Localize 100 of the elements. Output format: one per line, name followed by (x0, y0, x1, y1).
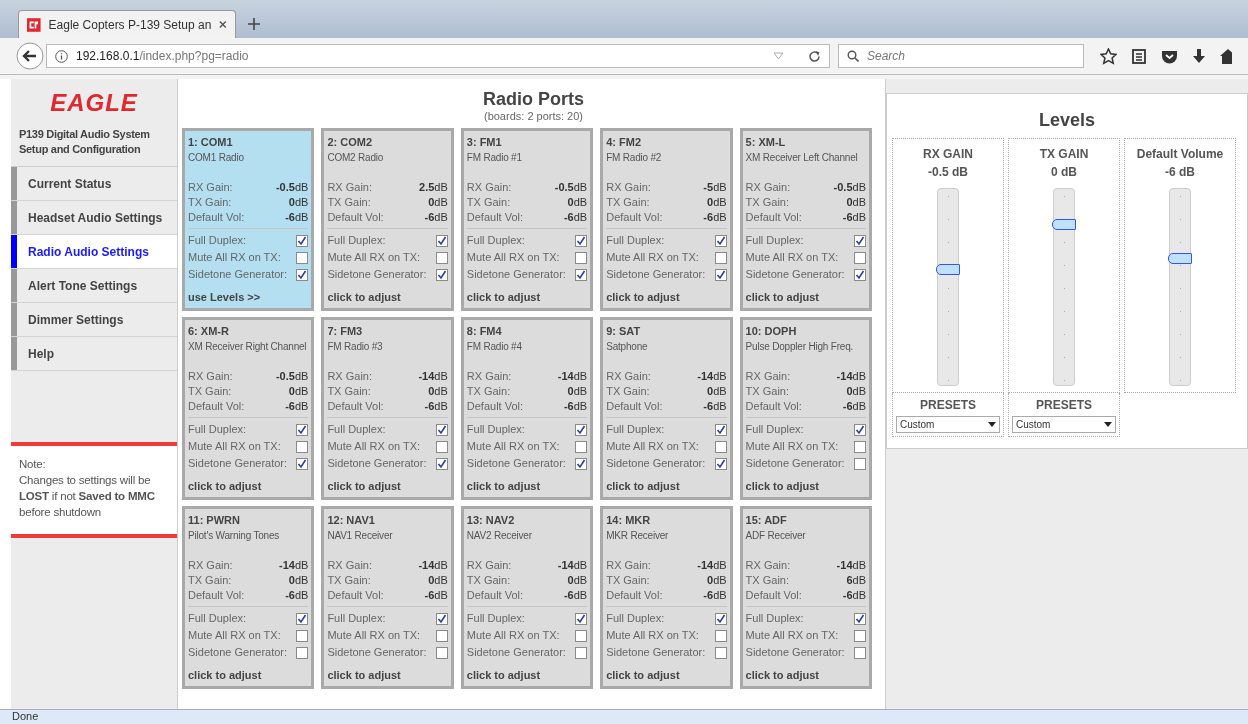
checkbox[interactable] (575, 251, 588, 264)
checkbox[interactable] (296, 268, 309, 281)
checkbox[interactable] (296, 440, 309, 453)
checkbox[interactable] (854, 423, 866, 436)
adjust-link[interactable]: click to adjust (327, 479, 401, 494)
home-icon[interactable] (1220, 48, 1232, 64)
new-tab-icon[interactable] (248, 18, 260, 30)
search-field[interactable]: Search (838, 44, 1084, 68)
checkbox[interactable] (714, 251, 727, 264)
browser-tab[interactable]: Eagle Copters P-139 Setup an (18, 10, 236, 38)
checkbox[interactable] (854, 646, 866, 659)
checkbox[interactable] (575, 268, 588, 281)
checkbox[interactable] (854, 629, 866, 642)
checkbox[interactable] (435, 251, 448, 264)
checkbox[interactable] (435, 629, 448, 642)
checkbox[interactable] (714, 629, 727, 642)
port-card[interactable]: 8: FM4 FM Radio #4 RX Gain: -14dB TX Gain: 0dB Default Vol: -6dB Full Duplex: Mute All RX on TX: Sidetone Generator: click to adjust (460, 317, 594, 500)
checkbox[interactable] (435, 440, 448, 453)
adjust-link[interactable]: click to adjust (188, 668, 262, 683)
checkbox[interactable] (435, 612, 448, 625)
checkbox[interactable] (296, 457, 309, 470)
checkbox[interactable] (435, 457, 448, 470)
adjust-link[interactable]: click to adjust (466, 479, 541, 494)
preset-dropdown[interactable]: Custom (1012, 416, 1116, 433)
checkbox[interactable] (854, 234, 866, 247)
adjust-link[interactable]: click to adjust (327, 290, 401, 305)
port-card[interactable]: 4: FM2 FM Radio #2 RX Gain: -5dB TX Gain: 0dB Default Vol: -6dB Full Duplex: Mute All RX on TX: Sidetone Generator: click to adjust (600, 128, 733, 311)
checkbox[interactable] (575, 234, 588, 247)
checkbox[interactable] (854, 612, 866, 625)
checkbox[interactable] (575, 423, 588, 436)
slider-track[interactable] (937, 188, 959, 386)
port-card[interactable]: 10: DOPH Pulse Doppler High Freq. RX Gain: -14dB TX Gain: 0dB Default Vol: -6dB Full Duplex: Mute All RX on TX: Sidetone Generator: click to adjust (739, 317, 872, 500)
adjust-link[interactable]: click to adjust (745, 668, 819, 683)
adjust-link[interactable]: use Levels >> (188, 290, 261, 305)
port-card[interactable]: 2: COM2 COM2 Radio RX Gain: 2.5dB TX Gain: 0dB Default Vol: -6dB Full Duplex: Mute All RX on TX: Sidetone Generator: click to adjust (321, 128, 454, 311)
checkbox[interactable] (714, 457, 727, 470)
checkbox[interactable] (714, 268, 727, 281)
port-card[interactable]: 6: XM-R XM Receiver Right Channel RX Gain: -0.5dB TX Gain: 0dB Default Vol: -6dB Full Duplex: Mute All RX on TX: Sidetone Generator: click to adjust (182, 317, 315, 500)
address-field[interactable]: 192.168.0.1/index.php?pg=radio (46, 44, 830, 68)
port-card[interactable]: 5: XM-L XM Receiver Left Channel RX Gain: -0.5dB TX Gain: 0dB Default Vol: -6dB Full Duplex: Mute All RX on TX: Sidetone Generator: click to adjust (739, 128, 872, 311)
nav-item[interactable]: Radio Audio Settings (11, 235, 177, 269)
checkbox[interactable] (296, 646, 309, 659)
port-card[interactable]: 1: COM1 COM1 Radio RX Gain: -0.5dB TX Gain: 0dB Default Vol: -6dB Full Duplex: Mute All RX on TX: Sidetone Generator: use Levels >> (182, 128, 315, 311)
download-icon[interactable] (1192, 48, 1206, 64)
checkbox[interactable] (714, 440, 727, 453)
checkbox-label: Mute All RX on TX: (188, 628, 281, 643)
port-card[interactable]: 13: NAV2 NAV2 Receiver RX Gain: -14dB TX Gain: 0dB Default Vol: -6dB Full Duplex: Mute All RX on TX: Sidetone Generator: click to adjust (460, 506, 594, 689)
close-icon[interactable] (219, 20, 227, 29)
port-card[interactable]: 11: PWRN Pilot's Warning Tones RX Gain: -14dB TX Gain: 0dB Default Vol: -6dB Full Duplex: Mute All RX on TX: Sidetone Generator: click to adjust (182, 506, 315, 689)
checkbox[interactable] (854, 457, 866, 470)
checkbox[interactable] (714, 423, 727, 436)
adjust-link[interactable]: click to adjust (466, 668, 541, 683)
slider-track[interactable] (1169, 188, 1191, 386)
slider-track[interactable] (1053, 188, 1075, 386)
checkbox[interactable] (714, 612, 727, 625)
port-card[interactable]: 9: SAT Satphone RX Gain: -14dB TX Gain: 0dB Default Vol: -6dB Full Duplex: Mute All RX on TX: Sidetone Generator: click to adjust (600, 317, 733, 500)
checkbox[interactable] (435, 646, 448, 659)
checkbox[interactable] (296, 251, 309, 264)
checkbox[interactable] (435, 234, 448, 247)
slider-thumb[interactable] (1168, 252, 1192, 264)
adjust-link[interactable]: click to adjust (745, 479, 819, 494)
nav-item[interactable]: Dimmer Settings (11, 303, 177, 337)
adjust-link[interactable]: click to adjust (606, 668, 680, 683)
adjust-link[interactable]: click to adjust (327, 668, 401, 683)
slider-thumb[interactable] (1052, 218, 1076, 230)
back-icon[interactable] (16, 42, 44, 70)
port-card[interactable]: 14: MKR MKR Receiver RX Gain: -14dB TX Gain: 0dB Default Vol: -6dB Full Duplex: Mute All RX on TX: Sidetone Generator: click to adjust (600, 506, 733, 689)
checkbox[interactable] (854, 440, 866, 453)
checkbox[interactable] (854, 251, 866, 264)
reload-icon[interactable] (808, 49, 821, 63)
checkbox[interactable] (435, 268, 448, 281)
checkbox[interactable] (296, 629, 309, 642)
checkbox[interactable] (575, 646, 588, 659)
adjust-link[interactable]: click to adjust (466, 290, 541, 305)
info-icon[interactable] (55, 49, 68, 63)
star-icon[interactable] (1100, 47, 1117, 65)
adjust-link[interactable]: click to adjust (606, 290, 680, 305)
adjust-link[interactable]: click to adjust (606, 479, 680, 494)
slider-thumb[interactable] (936, 263, 960, 275)
nav-item[interactable]: Alert Tone Settings (11, 269, 177, 303)
adjust-link[interactable]: click to adjust (745, 290, 819, 305)
checkbox[interactable] (575, 440, 588, 453)
checkbox[interactable] (435, 423, 448, 436)
adjust-link[interactable]: click to adjust (188, 479, 262, 494)
checkbox[interactable] (854, 268, 866, 281)
checkbox[interactable] (714, 646, 727, 659)
preset-dropdown[interactable]: Custom (896, 416, 1000, 433)
checkbox[interactable] (296, 234, 309, 247)
checkbox[interactable] (296, 423, 309, 436)
port-card[interactable]: 3: FM1 FM Radio #1 RX Gain: -0.5dB TX Gain: 0dB Default Vol: -6dB Full Duplex: Mute All RX on TX: Sidetone Generator: click to adjust (460, 128, 594, 311)
checkbox[interactable] (575, 457, 588, 470)
checkbox[interactable] (296, 612, 309, 625)
port-card[interactable]: 7: FM3 FM Radio #3 RX Gain: -14dB TX Gain: 0dB Default Vol: -6dB Full Duplex: Mute All RX on TX: Sidetone Generator: click to adjust (321, 317, 454, 500)
port-card[interactable]: 15: ADF ADF Receiver RX Gain: -14dB TX Gain: 6dB Default Vol: -6dB Full Duplex: Mute All RX on TX: Sidetone Generator: click to adjust (739, 506, 872, 689)
checkbox[interactable] (714, 234, 727, 247)
checkbox[interactable] (575, 629, 588, 642)
nav-item[interactable]: Current Status (11, 167, 177, 201)
port-card[interactable]: 12: NAV1 NAV1 Receiver RX Gain: -14dB TX Gain: 0dB Default Vol: -6dB Full Duplex: Mute All RX on TX: Sidetone Generator: click to adjust (321, 506, 454, 689)
checkbox[interactable] (575, 612, 588, 625)
nav-item[interactable]: Help (11, 337, 177, 371)
